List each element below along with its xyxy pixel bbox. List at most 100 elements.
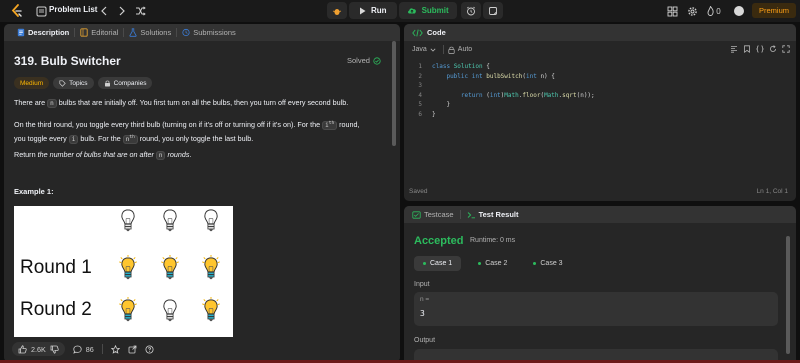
inline-code: ith bbox=[322, 121, 338, 130]
line-number: 1 bbox=[418, 63, 422, 71]
text: the number of bulbs that are on after bbox=[37, 150, 154, 159]
timer-button[interactable] bbox=[460, 2, 481, 19]
testcase-tab-label: Testcase bbox=[424, 210, 454, 219]
chevron-left-icon[interactable] bbox=[97, 4, 111, 18]
tab-test-result[interactable]: Test Result bbox=[467, 210, 518, 219]
inline-code: i bbox=[68, 135, 79, 144]
text: On the third round, you toggle every thi… bbox=[14, 120, 323, 129]
line-number: 3 bbox=[418, 82, 422, 90]
language-value: Java bbox=[412, 46, 427, 53]
text: . bbox=[189, 150, 192, 159]
round-2-label: Round 2 bbox=[20, 299, 92, 320]
case-2-tab[interactable]: Case 2 bbox=[469, 256, 516, 271]
help-icon[interactable] bbox=[145, 345, 154, 354]
bulb-on-icon bbox=[202, 255, 220, 283]
note-icon bbox=[488, 6, 497, 15]
example-bulbs-image: Round 1 Round 2 bbox=[14, 206, 233, 337]
code-line: 3 bbox=[404, 81, 796, 91]
problem-list-link[interactable]: Problem List bbox=[49, 5, 97, 14]
bulb-on-icon bbox=[202, 297, 220, 325]
topics-label: Topics bbox=[69, 79, 88, 87]
fire-icon bbox=[707, 6, 714, 16]
chevron-right-icon[interactable] bbox=[115, 4, 129, 18]
comments-button[interactable]: 86 bbox=[73, 345, 94, 354]
debug-button[interactable] bbox=[327, 2, 347, 19]
share-icon[interactable] bbox=[128, 345, 137, 354]
test-result-panel: Testcase Test Result Accepted Runtime: 0… bbox=[404, 206, 796, 363]
lock-icon bbox=[448, 46, 455, 54]
history-icon bbox=[182, 28, 190, 37]
auto-mode-button[interactable]: Auto bbox=[448, 46, 472, 54]
like-count: 2.6K bbox=[31, 344, 46, 354]
notes-button[interactable] bbox=[482, 2, 503, 19]
code-editor[interactable]: 1 class Solution { 2 public int bulbSwitc… bbox=[404, 62, 796, 119]
code-line: 4 return (int)Math.floor(Math.sqrt(n)); bbox=[404, 91, 796, 101]
runtime-text: Runtime: 0 ms bbox=[470, 237, 516, 244]
bulb-off-icon bbox=[161, 297, 179, 325]
shuffle-icon[interactable] bbox=[133, 4, 147, 18]
star-icon[interactable] bbox=[110, 344, 120, 354]
tab-submissions[interactable]: Submissions bbox=[177, 24, 241, 41]
topics-chip[interactable]: Topics bbox=[53, 77, 94, 89]
braces-icon[interactable] bbox=[756, 45, 764, 53]
check-circle-icon bbox=[373, 56, 381, 65]
format-icon[interactable] bbox=[730, 45, 738, 53]
lock-icon bbox=[104, 80, 110, 86]
bookmark-icon[interactable] bbox=[743, 45, 751, 53]
case-label: Case 3 bbox=[540, 260, 563, 267]
submit-button[interactable]: Submit bbox=[398, 2, 457, 19]
run-label: Run bbox=[371, 6, 387, 15]
test-panel-scrollbar[interactable] bbox=[786, 236, 790, 354]
language-select[interactable]: Java bbox=[409, 46, 439, 53]
left-scrollbar[interactable] bbox=[391, 41, 396, 341]
bulb-on-icon bbox=[119, 255, 137, 283]
reset-icon[interactable] bbox=[769, 45, 777, 53]
expand-icon[interactable] bbox=[782, 45, 790, 53]
case-1-tab[interactable]: Case 1 bbox=[414, 256, 462, 271]
case-3-tab[interactable]: Case 3 bbox=[524, 256, 571, 271]
thumbs-down-icon[interactable] bbox=[50, 345, 59, 354]
thumbs-up-icon[interactable] bbox=[18, 344, 27, 354]
left-tab-bar: Description Editorial Solutions Submissi… bbox=[4, 24, 400, 41]
tab-solutions[interactable]: Solutions bbox=[124, 24, 176, 41]
description-paragraph-2: On the third round, you toggle every thi… bbox=[14, 118, 384, 146]
tab-editorial[interactable]: Editorial bbox=[75, 24, 123, 41]
checkbox-list-icon bbox=[412, 210, 421, 219]
auto-label: Auto bbox=[457, 46, 473, 53]
text: bulb. For the bbox=[78, 134, 123, 143]
solved-label: Solved bbox=[347, 56, 370, 65]
document-icon bbox=[17, 28, 25, 37]
tab-testcase[interactable]: Testcase bbox=[412, 210, 454, 219]
tag-icon bbox=[59, 79, 66, 87]
tab-description-label: Description bbox=[28, 28, 70, 37]
tab-description[interactable]: Description bbox=[12, 24, 74, 41]
code-line: 2 public int bulbSwitch(int n) { bbox=[404, 72, 796, 82]
flask-icon bbox=[129, 28, 137, 37]
scrollbar-thumb[interactable] bbox=[392, 41, 396, 146]
settings-gear-icon[interactable] bbox=[685, 4, 699, 18]
list-icon[interactable] bbox=[34, 4, 48, 18]
leetcode-logo[interactable] bbox=[10, 4, 24, 18]
bulb-off-icon bbox=[119, 207, 137, 235]
cursor-position: Ln 1, Col 1 bbox=[756, 188, 788, 195]
companies-chip[interactable]: Companies bbox=[97, 77, 153, 89]
pass-dot bbox=[533, 262, 537, 265]
input-box: n = 3 bbox=[414, 292, 778, 326]
like-dislike-group: 2.6K bbox=[12, 342, 65, 356]
test-panel-header: Testcase Test Result bbox=[404, 206, 796, 223]
case-label: Case 1 bbox=[430, 260, 453, 267]
user-avatar[interactable] bbox=[734, 6, 744, 16]
chevron-down-icon bbox=[430, 48, 436, 52]
run-button[interactable]: Run bbox=[349, 2, 397, 19]
output-label: Output bbox=[414, 337, 436, 344]
example-title: Example 1: bbox=[14, 187, 54, 196]
code-line: 5 } bbox=[404, 100, 796, 110]
footer-divider bbox=[101, 344, 103, 354]
line-number: 2 bbox=[418, 72, 422, 80]
input-key: n = bbox=[420, 296, 430, 303]
toolbar-divider bbox=[442, 45, 444, 54]
layout-grid-icon[interactable] bbox=[665, 4, 679, 18]
premium-button[interactable]: Premium bbox=[752, 3, 796, 18]
streak-counter[interactable]: 0 bbox=[703, 4, 725, 18]
description-paragraph-1: There are n bulbs that are initially off… bbox=[14, 97, 384, 110]
